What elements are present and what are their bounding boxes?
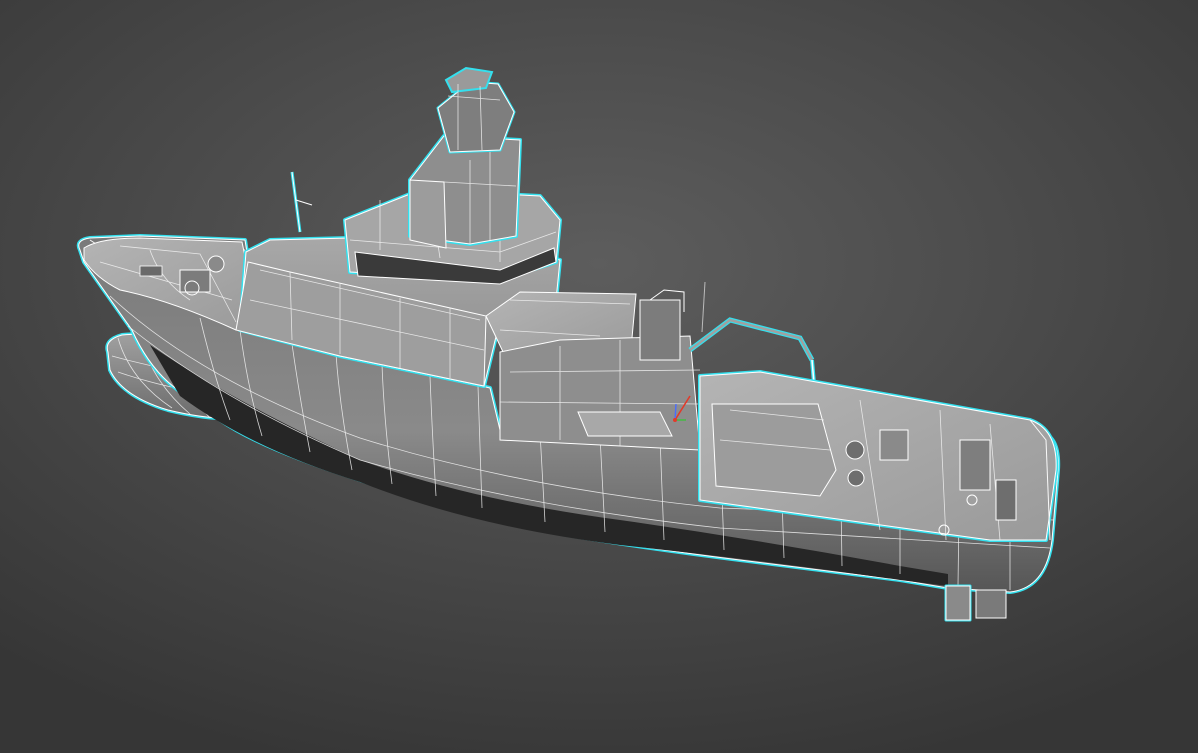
superstructure xyxy=(235,66,637,388)
cargo-hatch xyxy=(711,403,837,497)
towing-winch xyxy=(845,440,865,460)
rescue-boat xyxy=(577,411,673,437)
gizmo-z-axis[interactable] xyxy=(674,403,677,421)
deck-crane xyxy=(689,318,814,361)
3d-viewport[interactable] xyxy=(0,0,1198,753)
anchor-windlass xyxy=(179,269,211,293)
ship-model[interactable] xyxy=(76,66,1061,622)
capstan xyxy=(207,255,225,273)
gizmo-pivot[interactable] xyxy=(673,418,677,422)
viewport-canvas[interactable] xyxy=(0,0,1198,753)
stern-skeg xyxy=(944,584,1007,622)
radar-mast xyxy=(437,81,515,153)
